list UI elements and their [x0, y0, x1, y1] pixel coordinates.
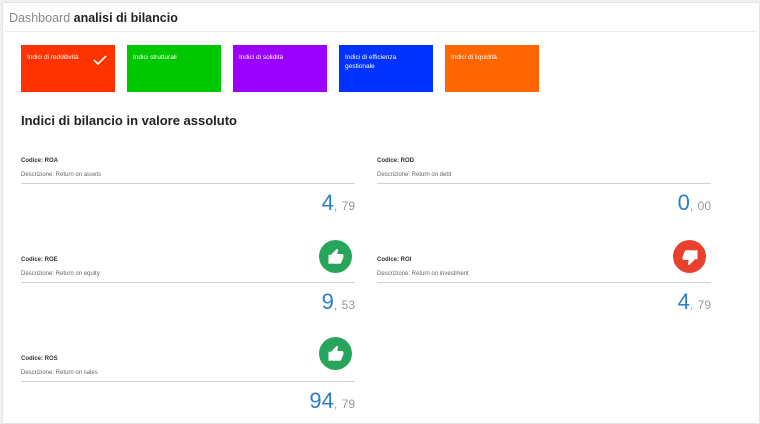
value-separator: ,: [333, 199, 338, 213]
thumbs-down-icon: [673, 240, 706, 273]
tile-indici-liquidita[interactable]: Indici di liquidità: [445, 45, 539, 92]
value-decimal: 79: [341, 199, 355, 213]
checkmark-icon: [93, 55, 107, 65]
page-title-prefix: Dashboard: [9, 11, 71, 25]
card-divider: [377, 282, 711, 283]
value-integer: 0: [677, 190, 690, 215]
tile-indici-efficienza-gestionale[interactable]: Indici di efficienza gestionale: [339, 45, 433, 92]
card-value: 0, 00: [678, 190, 711, 216]
card-divider: [21, 282, 355, 283]
card-description: Descrizione: Return on equity: [21, 271, 100, 277]
value-integer: 94: [309, 388, 334, 413]
card-code: Codice: ROI: [377, 257, 412, 263]
card-code: Codice: ROD: [377, 158, 415, 164]
thumbs-up-icon: [319, 240, 352, 273]
card-description: Descrizione: Return on sales: [21, 370, 98, 376]
value-separator: ,: [333, 298, 338, 312]
card-value: 94, 79: [309, 388, 355, 414]
card-code: Codice: ROE: [21, 257, 58, 263]
card-description: Descrizione: Return on debt: [377, 172, 452, 178]
page-title-main: analisi di bilancio: [73, 11, 178, 25]
card-value: 4, 79: [322, 190, 355, 216]
tile-indici-redditivita[interactable]: Indici di redditività: [21, 45, 115, 92]
card-divider: [21, 183, 355, 184]
thumbs-up-icon: [319, 337, 352, 370]
tile-label: Indici di efficienza gestionale: [345, 54, 397, 71]
card-divider: [377, 183, 711, 184]
value-integer: 4: [321, 190, 334, 215]
card-code: Codice: ROA: [21, 158, 59, 164]
card-value: 4, 79: [678, 289, 711, 315]
tile-label: Indici di solidità: [239, 54, 284, 61]
value-decimal: 53: [341, 298, 355, 312]
card-code: Codice: ROS: [21, 356, 58, 362]
page-title: Dashboard analisi di bilancio: [9, 11, 178, 25]
value-separator: ,: [689, 199, 694, 213]
card-description: Descrizione: Return on investment: [377, 271, 469, 277]
value-separator: ,: [689, 298, 694, 312]
value-decimal: 79: [697, 298, 711, 312]
section-title: Indici di bilancio in valore assoluto: [21, 113, 237, 128]
value-integer: 9: [321, 289, 334, 314]
value-decimal: 00: [697, 199, 711, 213]
tile-indici-solidita[interactable]: Indici di solidità: [233, 45, 327, 92]
tile-label: Indici di liquidità: [451, 54, 497, 61]
tile-label: Indici di redditività: [27, 54, 79, 61]
tile-indici-strutturali[interactable]: Indici strutturali: [127, 45, 221, 92]
tile-label: Indici strutturali: [133, 54, 177, 61]
value-integer: 4: [677, 289, 690, 314]
card-divider: [21, 381, 355, 382]
dashboard-panel: Dashboard analisi di bilancio Indici di …: [2, 2, 760, 424]
header-divider: [5, 31, 757, 32]
card-value: 9, 53: [322, 289, 355, 315]
card-description: Descrizione: Return on assets: [21, 172, 102, 178]
